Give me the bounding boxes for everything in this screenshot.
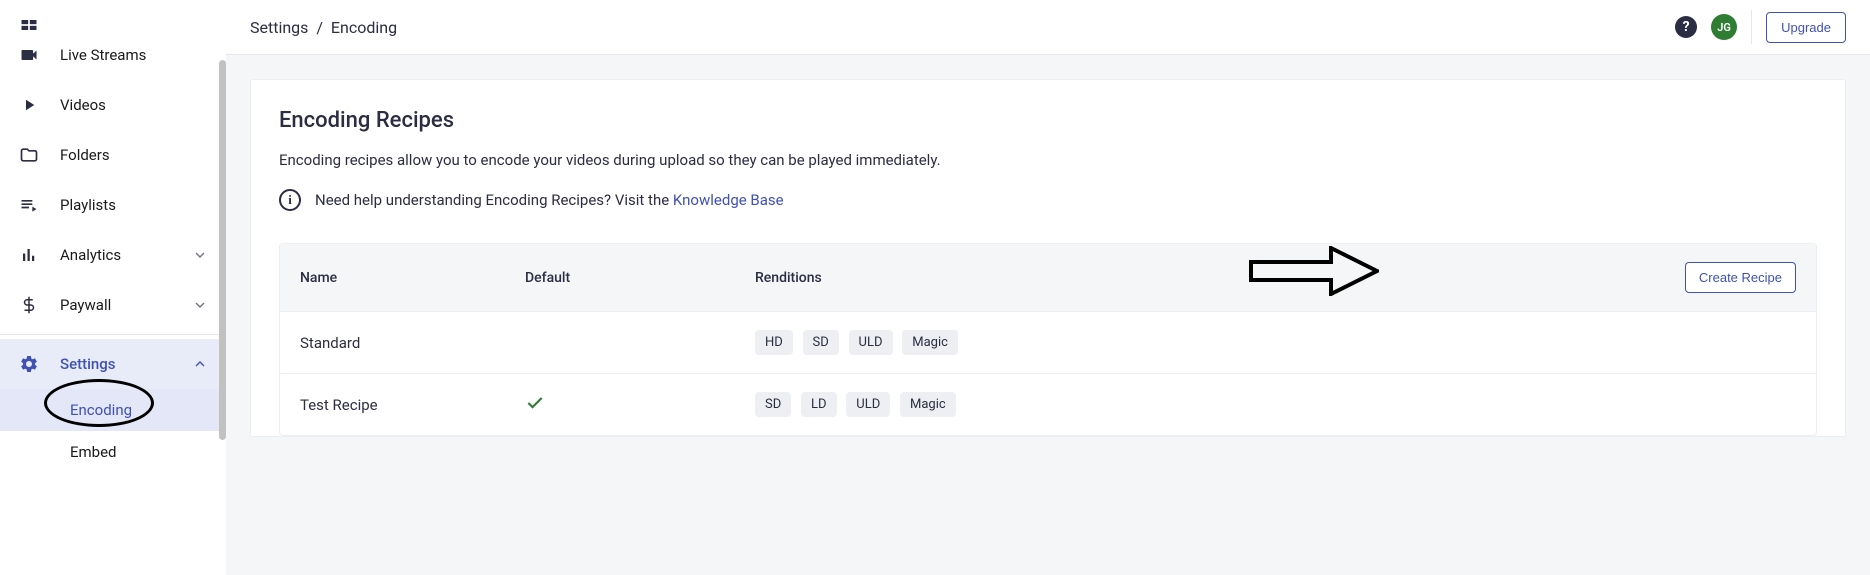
folder-icon [18,144,40,166]
camera-icon [18,44,40,66]
sidebar-item-dashboard[interactable] [0,20,226,30]
page-title: Encoding Recipes [279,108,1817,133]
play-icon [18,94,40,116]
chevron-up-icon [192,356,208,372]
dashboard-icon [18,20,40,30]
main-area: Settings / Encoding ? JG Upgrade Encodin… [226,0,1870,575]
playlist-icon [18,194,40,216]
bar-chart-icon [18,244,40,266]
breadcrumb-parent[interactable]: Settings [250,18,308,37]
sidebar-item-paywall[interactable]: Paywall [0,280,226,330]
sidebar-item-live-streams[interactable]: Live Streams [0,30,226,80]
help-row: i Need help understanding Encoding Recip… [279,189,1817,211]
rendition-badge: SD [803,330,839,355]
breadcrumb-sep: / [312,18,331,37]
divider [1751,10,1752,44]
help-text: Need help understanding Encoding Recipes… [315,191,673,209]
sidebar-item-label: Videos [60,96,208,114]
rendition-badge: Magic [900,392,956,417]
upgrade-button[interactable]: Upgrade [1766,12,1846,43]
help-icon[interactable]: ? [1675,16,1697,38]
gear-icon [18,353,40,375]
sidebar-item-analytics[interactable]: Analytics [0,230,226,280]
rendition-badge: ULD [846,392,890,417]
breadcrumb: Settings / Encoding [250,18,397,37]
sidebar-item-label: Paywall [60,296,172,314]
table-header: Name Default Renditions Create Recipe [280,244,1816,311]
recipes-table: Name Default Renditions Create Recipe St… [279,243,1817,436]
sidebar-item-label: Folders [60,146,208,164]
sidebar-item-label: Analytics [60,246,172,264]
check-icon [525,393,545,413]
chevron-down-icon [192,247,208,263]
scrollbar-thumb[interactable] [219,60,226,440]
sidebar-subitem-label: Embed [70,443,117,461]
sidebar-subitem-label: Encoding [70,401,132,419]
sidebar: Live Streams Videos Folders Playlists An… [0,0,226,575]
cell-renditions: SD LD ULD Magic [755,392,1796,417]
sidebar-item-settings[interactable]: Settings [0,339,226,389]
info-icon: i [279,189,301,211]
cell-name: Test Recipe [300,396,525,414]
sidebar-item-videos[interactable]: Videos [0,80,226,130]
sidebar-item-label: Settings [60,355,172,373]
cell-renditions: HD SD ULD Magic [755,330,1796,355]
knowledge-base-link[interactable]: Knowledge Base [673,191,784,209]
col-header-renditions: Renditions [755,270,1685,286]
scrollbar[interactable] [218,0,226,575]
sidebar-item-folders[interactable]: Folders [0,130,226,180]
cell-default [525,393,755,417]
sidebar-item-label: Playlists [60,196,208,214]
rendition-badge: HD [755,330,793,355]
breadcrumb-current: Encoding [331,18,397,37]
chevron-down-icon [192,297,208,313]
col-header-default: Default [525,270,755,286]
page-subtitle: Encoding recipes allow you to encode you… [279,151,1817,169]
dollar-icon [18,294,40,316]
rendition-badge: Magic [902,330,958,355]
table-row[interactable]: Standard HD SD ULD Magic [280,311,1816,373]
divider [0,334,226,335]
cell-name: Standard [300,334,525,352]
create-recipe-button[interactable]: Create Recipe [1685,262,1796,293]
rendition-badge: ULD [849,330,893,355]
sidebar-subitem-embed[interactable]: Embed [0,431,226,473]
avatar[interactable]: JG [1711,14,1737,40]
sidebar-subitem-encoding[interactable]: Encoding [0,389,226,431]
col-header-name: Name [300,270,525,286]
rendition-badge: SD [755,392,791,417]
panel-encoding-recipes: Encoding Recipes Encoding recipes allow … [250,79,1846,437]
sidebar-item-playlists[interactable]: Playlists [0,180,226,230]
sidebar-item-label: Live Streams [60,46,208,64]
topbar: Settings / Encoding ? JG Upgrade [226,0,1870,55]
table-row[interactable]: Test Recipe SD LD ULD Magic [280,373,1816,435]
rendition-badge: LD [801,392,837,417]
